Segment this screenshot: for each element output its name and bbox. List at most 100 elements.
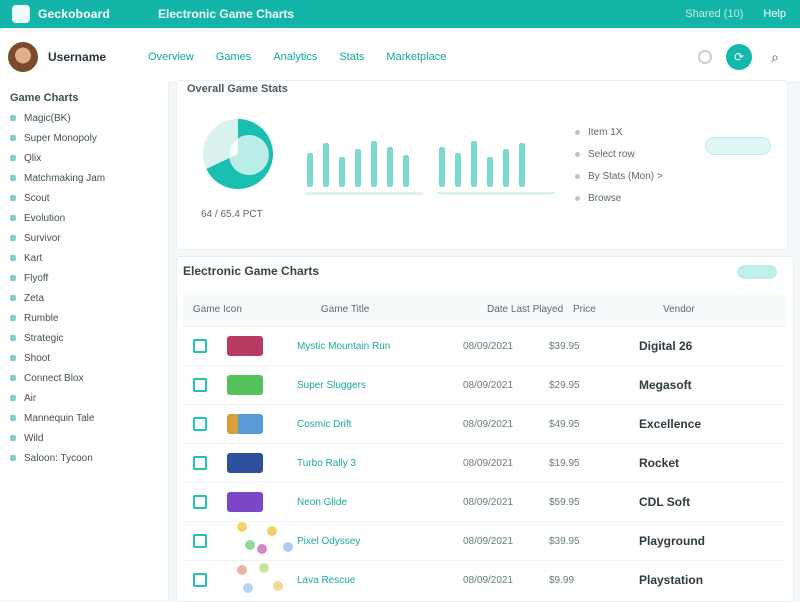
sidebar-item-label: Flyoff (24, 272, 49, 284)
sidebar-item[interactable]: Matchmaking Jam (10, 168, 168, 188)
col-header-title[interactable]: Game Title (321, 304, 487, 315)
app-logo-icon (12, 5, 30, 23)
table-header: Game Icon Game Title Date Last Played Pr… (183, 292, 785, 327)
game-title-link[interactable]: Pixel Odyssey (297, 536, 463, 547)
bar (503, 149, 509, 187)
search-button[interactable]: ⌕ (766, 48, 784, 66)
row-checkbox[interactable] (193, 456, 207, 470)
game-date: 08/09/2021 (463, 340, 514, 352)
table-title: Electronic Game Charts (183, 264, 320, 278)
game-title-link[interactable]: Turbo Rally 3 (297, 458, 463, 469)
legend-item[interactable]: Browse (575, 187, 663, 209)
sidebar-item[interactable]: Super Monopoly (10, 128, 168, 148)
sidebar-item[interactable]: Zeta (10, 288, 168, 308)
bullet-icon (10, 155, 16, 161)
table-action-button[interactable] (737, 265, 777, 279)
refresh-button[interactable]: ⟳ (726, 44, 752, 70)
table-row[interactable]: Mystic Mountain Run 08/09/2021 $39.95 Di… (183, 327, 785, 366)
overview-title: Overall Game Stats (187, 83, 288, 95)
game-vendor: CDL Soft (639, 495, 691, 509)
game-title-link[interactable]: Lava Rescue (297, 575, 463, 586)
sidebar-item[interactable]: Evolution (10, 208, 168, 228)
sidebar-item[interactable]: Survivor (10, 228, 168, 248)
game-title-link[interactable]: Super Sluggers (297, 380, 463, 391)
col-header-icon[interactable]: Game Icon (183, 304, 321, 315)
bar (487, 157, 493, 187)
table-row[interactable]: Cosmic Drift 08/09/2021 $49.95 Excellenc… (183, 405, 785, 444)
sidebar-title: Game Charts (10, 92, 79, 104)
tab-analytics[interactable]: Analytics (273, 51, 317, 63)
game-vendor: Playstation (639, 573, 704, 587)
col-header-vendor[interactable]: Vendor (663, 304, 783, 315)
bar-baseline (305, 192, 423, 195)
sidebar-item-label: Mannequin Tale (24, 412, 95, 424)
row-checkbox[interactable] (193, 534, 207, 548)
tab-stats[interactable]: Stats (339, 51, 364, 63)
legend-item[interactable]: Select row (575, 143, 663, 165)
game-vendor: Rocket (639, 456, 680, 470)
games-table-card: Electronic Game Charts Game Icon Game Ti… (176, 256, 794, 602)
tab-marketplace[interactable]: Marketplace (386, 51, 446, 63)
sidebar-item[interactable]: Connect Blox (10, 368, 168, 388)
row-checkbox[interactable] (193, 339, 207, 353)
table-row[interactable]: Turbo Rally 3 08/09/2021 $19.95 Rocket (183, 444, 785, 483)
col-header-price[interactable]: Price (573, 304, 663, 315)
sidebar-item[interactable]: Kart (10, 248, 168, 268)
table-row[interactable]: Neon Glide 08/09/2021 $59.95 CDL Soft (183, 483, 785, 522)
sidebar-item[interactable]: Mannequin Tale (10, 408, 168, 428)
sidebar-item[interactable]: Qlix (10, 148, 168, 168)
game-title-link[interactable]: Cosmic Drift (297, 419, 463, 430)
bar-sparkline-2 (437, 129, 555, 201)
bullet-icon (10, 235, 16, 241)
sidebar-item[interactable]: Air (10, 388, 168, 408)
col-header-date[interactable]: Date Last Played (487, 304, 573, 315)
row-checkbox[interactable] (193, 495, 207, 509)
legend-dot-icon (575, 151, 580, 157)
sidebar-list: Magic(BK) Super Monopoly Qlix Matchmakin… (0, 108, 168, 468)
bar (403, 155, 409, 187)
tab-overview[interactable]: Overview (148, 51, 194, 63)
row-checkbox[interactable] (193, 378, 207, 392)
sidebar: Game Charts Magic(BK) Super Monopoly Qli… (0, 82, 169, 600)
row-checkbox[interactable] (193, 417, 207, 431)
game-price: $9.99 (549, 574, 575, 586)
tab-games[interactable]: Games (216, 51, 251, 63)
topbar-help-link[interactable]: Help (763, 8, 786, 20)
bar (387, 147, 393, 187)
dot (273, 581, 283, 591)
legend-item[interactable]: Item 1X (575, 121, 663, 143)
game-title-link[interactable]: Mystic Mountain Run (297, 341, 463, 352)
game-title-link[interactable]: Neon Glide (297, 497, 463, 508)
dot (259, 563, 269, 573)
sidebar-item[interactable]: Rumble (10, 308, 168, 328)
sidebar-item-label: Saloon: Tycoon (24, 452, 93, 464)
bullet-icon (10, 195, 16, 201)
table-row[interactable]: Super Sluggers 08/09/2021 $29.95 Megasof… (183, 366, 785, 405)
topbar-shared-link[interactable]: Shared (10) (685, 8, 743, 20)
sidebar-item[interactable]: Shoot (10, 348, 168, 368)
notification-icon[interactable] (698, 50, 712, 64)
sidebar-item-label: Evolution (24, 212, 66, 224)
row-checkbox[interactable] (193, 573, 207, 587)
bullet-icon (10, 295, 16, 301)
table-row[interactable]: Pixel Odyssey 08/09/2021 $39.95 Playgrou… (183, 522, 785, 561)
table-row[interactable]: Lava Rescue 08/09/2021 $9.99 Playstation (183, 561, 785, 599)
overview-legend: Item 1X Select row By Stats (Mon) > Brow… (575, 121, 663, 209)
game-thumbnail (227, 520, 305, 562)
secondary-navbar: Username Overview Games Analytics Stats … (0, 32, 800, 83)
bullet-icon (10, 215, 16, 221)
brand-name: Geckoboard (38, 7, 111, 21)
donut-caption: 64 / 65.4 PCT (201, 209, 263, 220)
sidebar-item[interactable]: Wild (10, 428, 168, 448)
brand[interactable]: Geckoboard (0, 0, 122, 28)
sidebar-item[interactable]: Strategic (10, 328, 168, 348)
legend-item[interactable]: By Stats (Mon) > (575, 165, 663, 187)
sidebar-item[interactable]: Magic(BK) (10, 108, 168, 128)
legend-dot-icon (575, 195, 580, 201)
sidebar-item[interactable]: Saloon: Tycoon (10, 448, 168, 468)
overview-action-pill[interactable] (705, 137, 771, 155)
bar (323, 143, 329, 187)
legend-dot-icon (575, 173, 580, 179)
sidebar-item[interactable]: Scout (10, 188, 168, 208)
sidebar-item[interactable]: Flyoff (10, 268, 168, 288)
